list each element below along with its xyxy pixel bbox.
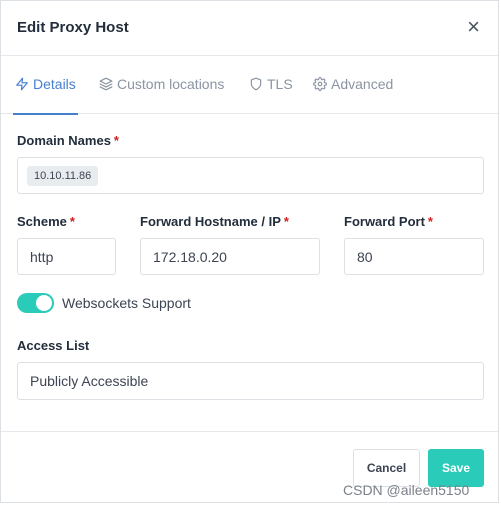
scheme-value: http [30, 248, 54, 265]
required-marker: * [427, 214, 433, 229]
toggle-knob [36, 295, 52, 311]
scheme-label: Scheme * [17, 214, 75, 229]
tab-bar: Details Custom locations TLS Advanced [1, 56, 498, 115]
tab-advanced-label: Advanced [331, 76, 394, 92]
websockets-label: Websockets Support [62, 295, 191, 311]
forward-port-input[interactable]: 80 [344, 238, 484, 275]
tab-tls[interactable]: TLS [249, 76, 293, 92]
forward-hostname-label: Forward Hostname / IP * [140, 214, 289, 229]
access-list-select[interactable]: Publicly Accessible [17, 362, 484, 400]
watermark: CSDN @aileen5150 [343, 482, 470, 498]
domain-names-input[interactable]: 10.10.11.86 [17, 157, 484, 194]
shield-icon [250, 77, 262, 91]
access-list-label: Access List [17, 338, 90, 353]
domain-tag[interactable]: 10.10.11.86 [27, 165, 99, 186]
forward-port-value: 80 [357, 248, 373, 265]
tab-custom-locations[interactable]: Custom locations [99, 76, 224, 92]
forward-hostname-input[interactable]: 172.18.0.20 [140, 238, 320, 275]
forward-hostname-value: 172.18.0.20 [153, 248, 227, 265]
tab-custom-locations-label: Custom locations [117, 76, 225, 92]
lightning-icon [16, 77, 28, 91]
websockets-toggle[interactable] [17, 293, 54, 313]
gear-icon [313, 77, 327, 91]
required-marker: * [113, 133, 119, 148]
forward-port-label: Forward Port * [344, 214, 433, 229]
tab-tls-label: TLS [267, 76, 293, 92]
access-list-value: Publicly Accessible [30, 373, 149, 389]
close-icon[interactable]: × [467, 15, 480, 39]
required-marker: * [283, 214, 289, 229]
layers-icon [99, 77, 113, 91]
dialog-header: Edit Proxy Host × [1, 1, 498, 56]
domain-names-label: Domain Names * [17, 133, 119, 148]
required-marker: * [69, 214, 75, 229]
tab-details[interactable]: Details [13, 76, 78, 115]
dialog-title: Edit Proxy Host [17, 19, 129, 36]
edit-proxy-host-dialog: Edit Proxy Host × Details Custom locatio… [0, 0, 499, 503]
tab-details-label: Details [33, 76, 76, 92]
tab-advanced[interactable]: Advanced [313, 76, 393, 92]
scheme-input[interactable]: http [17, 238, 116, 275]
